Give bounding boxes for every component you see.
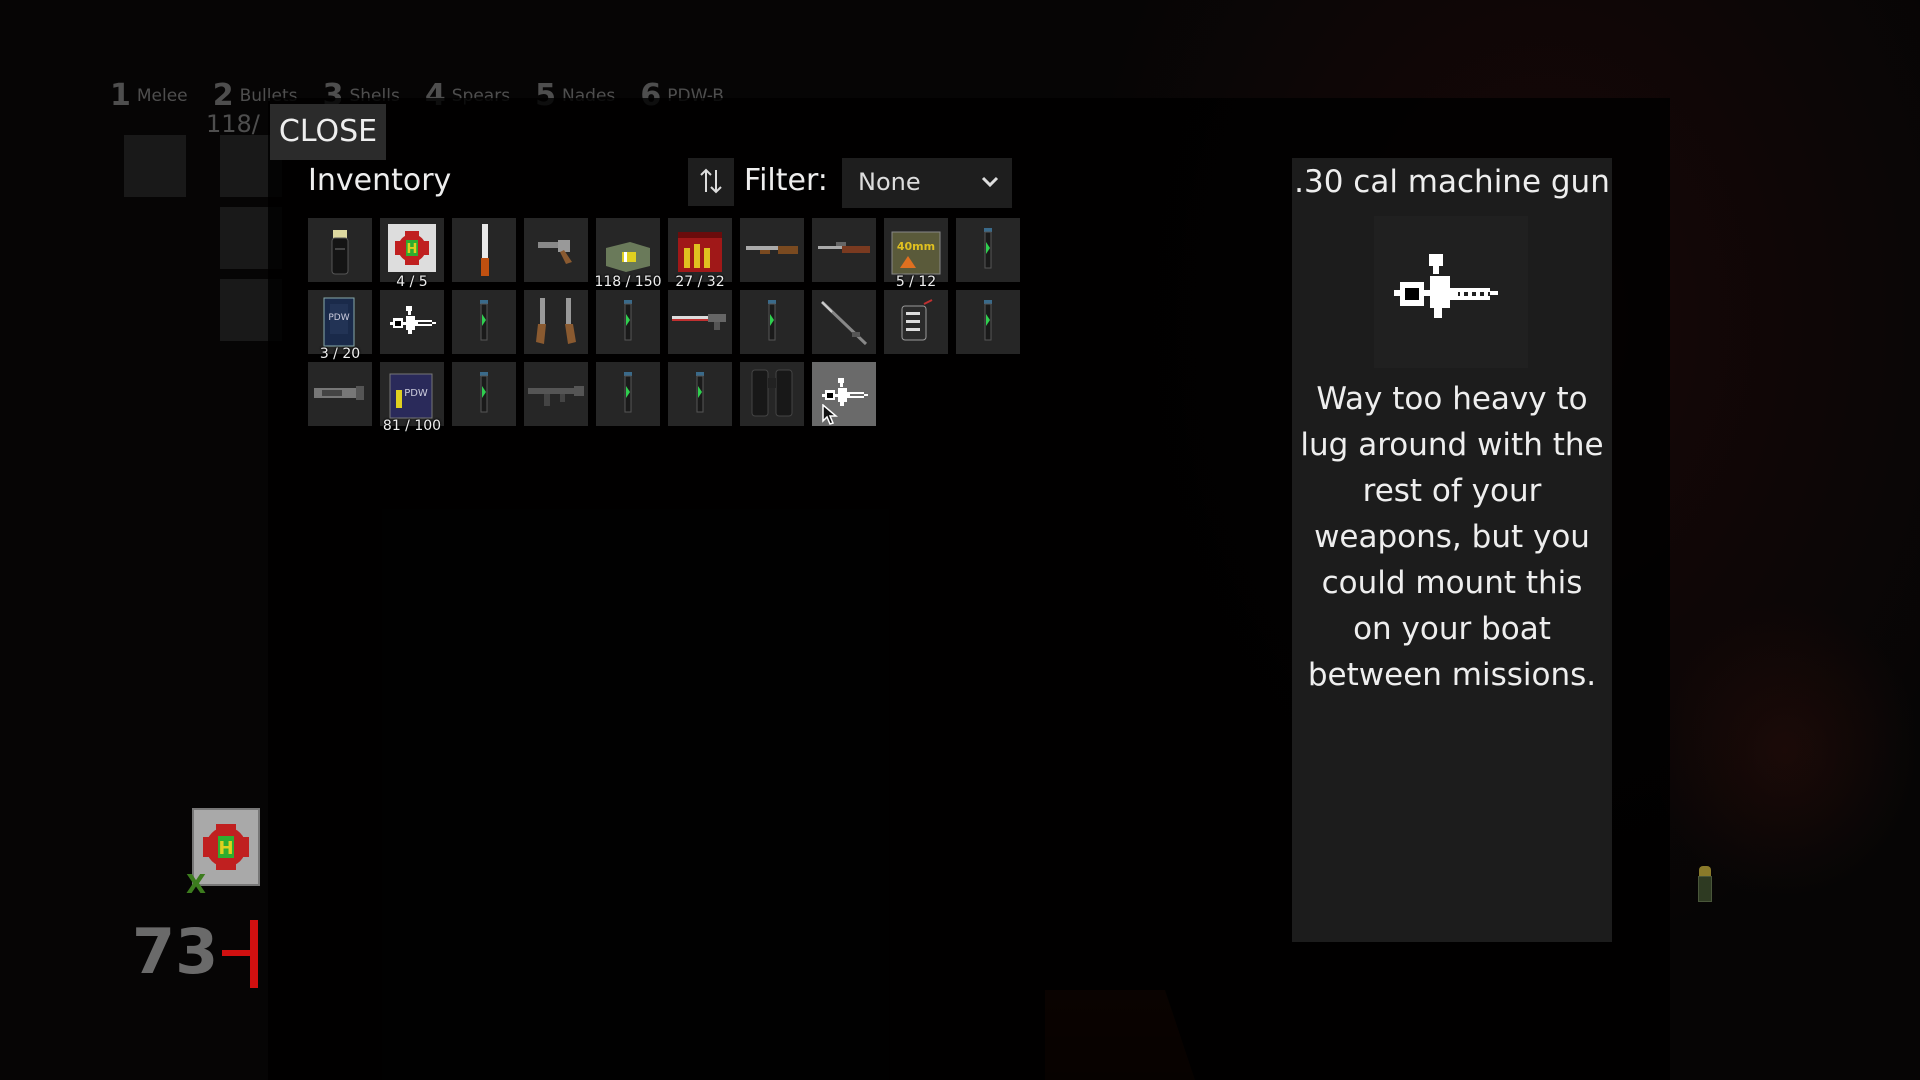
vial-icon	[480, 372, 488, 413]
vial-icon	[624, 372, 632, 413]
item-count: 118 / 150	[594, 274, 662, 290]
item-count: 3 / 20	[319, 346, 361, 362]
svg-text:H: H	[218, 838, 233, 859]
rod-icon	[820, 300, 868, 346]
inventory-slot-green-vial[interactable]	[596, 290, 660, 354]
binoculars-icon	[751, 369, 793, 417]
launcher-icon	[314, 386, 364, 400]
use-key-hint: X	[186, 870, 207, 900]
vial-icon	[624, 300, 632, 341]
close-button[interactable]: CLOSE	[270, 104, 386, 160]
rifle-icon	[818, 242, 870, 253]
speargun-icon	[672, 314, 726, 330]
sort-arrows-icon	[700, 168, 722, 194]
dual-pistols-icon	[536, 298, 576, 344]
revolver-icon	[538, 240, 572, 264]
inventory-slot-rifle[interactable]	[812, 218, 876, 282]
inventory-slot-revolver[interactable]	[524, 218, 588, 282]
inventory-slot-green-vial[interactable]	[668, 362, 732, 426]
inventory-slot-spear-gun[interactable]	[668, 290, 732, 354]
item-count: 4 / 5	[396, 274, 428, 290]
health-bar-tick	[222, 950, 252, 956]
item-count: 81 / 100	[382, 418, 442, 434]
vial-icon	[696, 372, 704, 413]
inventory-slot-dual-pistols[interactable]	[524, 290, 588, 354]
grenade-box-icon: 40mm	[891, 231, 941, 275]
inventory-slot-pdw[interactable]	[884, 290, 948, 354]
inventory-slot-assault-rifle[interactable]	[524, 362, 588, 426]
chevron-down-icon	[981, 176, 999, 188]
machine-gun-icon	[1374, 216, 1528, 368]
item-count: 27 / 32	[675, 274, 725, 290]
medkit-icon: H	[388, 224, 436, 272]
item-count: 5 / 12	[895, 274, 937, 290]
vial-icon	[984, 228, 992, 269]
machine-gun-icon	[390, 306, 436, 334]
inventory-title: Inventory	[308, 163, 452, 198]
inventory-slot-green-vial[interactable]	[452, 362, 516, 426]
mouse-cursor-icon	[822, 404, 838, 425]
health-value: 73	[132, 915, 219, 988]
pdw-ammo-icon: PDW	[389, 373, 433, 419]
sort-button[interactable]	[688, 158, 734, 206]
inventory-slot-green-vial[interactable]	[596, 362, 660, 426]
weapon-category[interactable]: 1 Melee	[110, 78, 188, 113]
inventory-slot-green-vial[interactable]	[956, 290, 1020, 354]
vial-icon	[984, 300, 992, 341]
inventory-slot-green-vial[interactable]	[740, 290, 804, 354]
inventory-slot-green-vial[interactable]	[956, 218, 1020, 282]
inventory-slot-binoculars[interactable]	[740, 362, 804, 426]
background-glow-lower	[1650, 600, 1920, 900]
svg-text:H: H	[407, 242, 418, 257]
shotgun-icon	[746, 246, 798, 254]
inventory-slot-flashlight[interactable]	[308, 218, 372, 282]
filter-value: None	[858, 168, 921, 196]
svg-text:40mm: 40mm	[897, 240, 935, 253]
inventory-slot-bullets-ammo-box[interactable]: 118 / 150	[594, 218, 662, 290]
filter-dropdown[interactable]: None	[842, 158, 1012, 208]
pdw-icon	[901, 299, 933, 341]
inventory-slot-green-vial[interactable]	[452, 290, 516, 354]
svg-text:PDW: PDW	[328, 313, 349, 323]
lantern-icon	[1698, 866, 1712, 904]
inventory-slot-shells-ammo-box[interactable]: 27 / 32	[668, 218, 732, 290]
inventory-slot-machete[interactable]	[452, 218, 516, 282]
flashlight-icon	[331, 230, 349, 275]
svg-text:PDW: PDW	[404, 388, 428, 399]
inventory-slot-medkit[interactable]: H 4 / 5	[380, 218, 444, 290]
filter-label: Filter:	[744, 163, 828, 198]
ammo-box-icon	[606, 242, 650, 272]
hud-ammo-count: 118/	[206, 110, 260, 138]
inventory-slot-shotgun[interactable]	[740, 218, 804, 282]
inventory-slot-pdw-magazine[interactable]: PDW 3 / 20	[308, 290, 372, 362]
hud-weapon-slot	[124, 135, 186, 197]
magazine-icon: PDW	[323, 297, 355, 347]
inventory-slot-grenade-launcher[interactable]	[308, 362, 372, 426]
item-description: Way too heavy to lug around with the res…	[1300, 381, 1604, 693]
item-title: .30 cal machine gun	[1294, 164, 1610, 200]
vial-icon	[768, 300, 776, 341]
item-details-panel: .30 cal machine gun Way too heavy to lug…	[1292, 158, 1612, 942]
shells-box-icon	[678, 232, 722, 272]
inventory-slot-grenades-ammo-box[interactable]: 40mm 5 / 12	[884, 218, 948, 290]
assault-rifle-icon	[528, 386, 584, 406]
inventory-slot-fishing-rod[interactable]	[812, 290, 876, 354]
inventory-slot-pdw-ammo-box[interactable]: PDW 81 / 100	[380, 362, 444, 434]
machete-icon	[481, 224, 489, 276]
inventory-slot-machine-gun[interactable]	[380, 290, 444, 354]
vial-icon	[480, 300, 488, 341]
